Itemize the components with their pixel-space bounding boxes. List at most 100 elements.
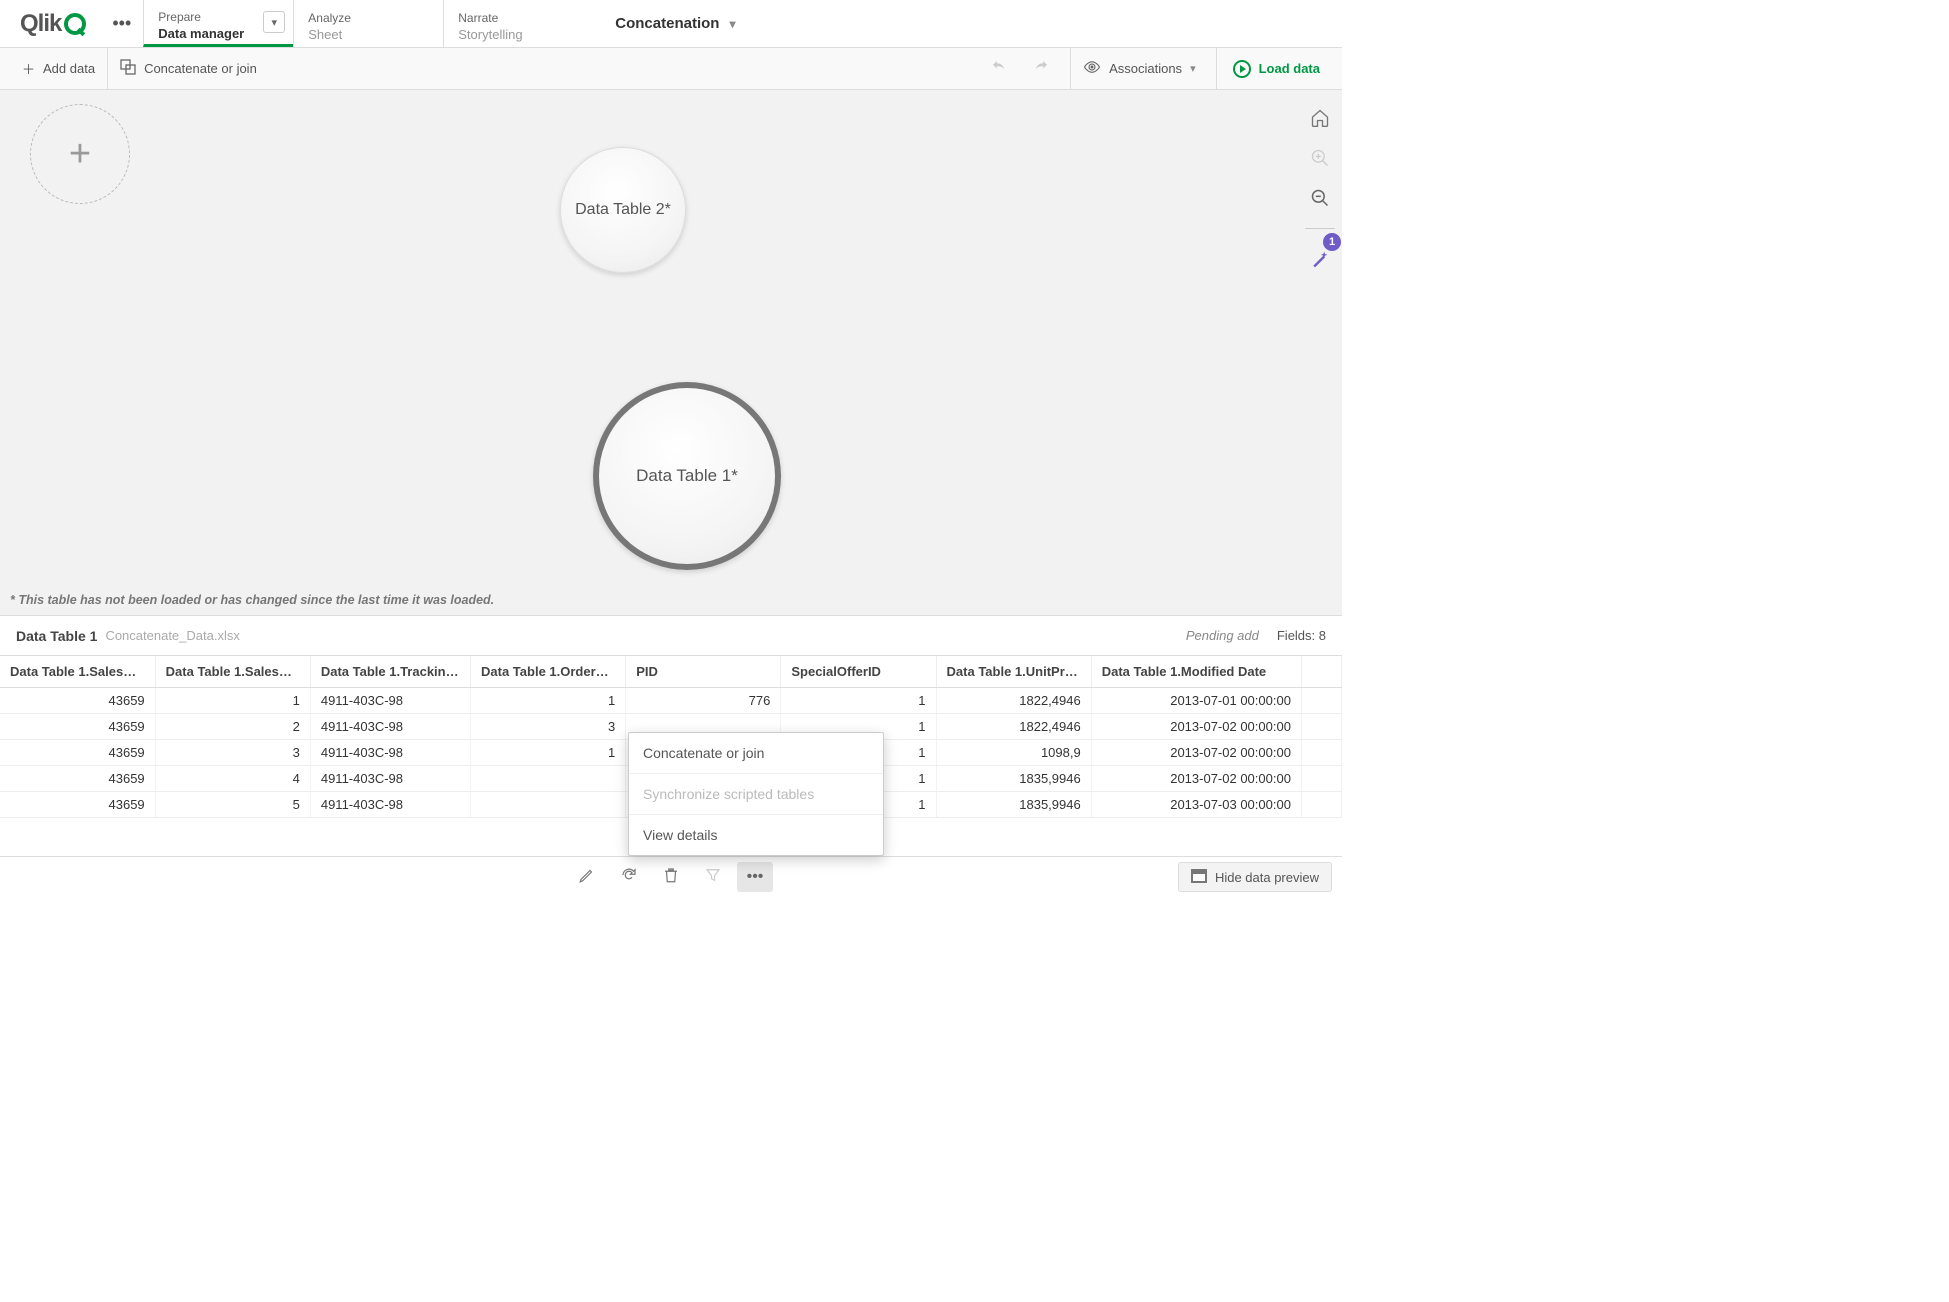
table-cell	[1301, 740, 1341, 766]
tab-prepare-dropdown[interactable]: ▾	[263, 11, 285, 33]
logo-text: Qlik	[20, 10, 61, 38]
table-cell	[1301, 688, 1341, 714]
tab-analyze[interactable]: Analyze Sheet	[293, 0, 443, 47]
hide-preview-button[interactable]: Hide data preview	[1178, 862, 1332, 892]
tab-analyze-bottom: Sheet	[308, 27, 429, 42]
table-header-row: Data Table 1.SalesOr… Data Table 1.Sales…	[0, 656, 1342, 688]
more-actions-button[interactable]: •••	[737, 862, 773, 892]
table-row[interactable]: 4365914911-403C-98177611822,49462013-07-…	[0, 688, 1342, 714]
app-title-text: Concatenation	[615, 15, 719, 32]
table-cell	[471, 792, 626, 818]
menu-item-view-details[interactable]: View details	[629, 814, 883, 855]
table-cell	[1301, 714, 1341, 740]
table-bubble-data-table-1[interactable]: Data Table 1*	[593, 382, 781, 570]
tab-narrate-top: Narrate	[458, 11, 579, 25]
zoom-in-button[interactable]	[1309, 148, 1331, 170]
tab-narrate[interactable]: Narrate Storytelling	[443, 0, 593, 47]
plus-icon: +	[69, 133, 91, 176]
table-cell	[1301, 792, 1341, 818]
associations-canvas[interactable]: + Data Table 2* Data Table 1* * This tab…	[0, 90, 1342, 615]
edit-button[interactable]	[569, 862, 605, 892]
menu-item-concat-or-join[interactable]: Concatenate or join	[629, 733, 883, 773]
ellipsis-icon: •••	[112, 13, 131, 34]
app-menu-button[interactable]: •••	[100, 0, 143, 47]
associations-dropdown[interactable]: Associations ▾	[1070, 48, 1208, 89]
table-cell: 4911-403C-98	[310, 792, 470, 818]
col-header-extra[interactable]	[1301, 656, 1341, 688]
chevron-down-icon: ▾	[729, 17, 735, 31]
bottom-toolbar: ••• Hide data preview	[0, 856, 1342, 896]
bubble-label: Data Table 2*	[575, 201, 671, 219]
table-cell: 43659	[0, 714, 155, 740]
associations-label: Associations	[1109, 61, 1182, 76]
tab-prepare[interactable]: Prepare Data manager ▾	[143, 0, 293, 47]
col-header[interactable]: Data Table 1.UnitPrice	[936, 656, 1091, 688]
concatenate-icon	[120, 59, 136, 78]
canvas-footnote: * This table has not been loaded or has …	[10, 593, 494, 607]
logo: Qlik	[0, 0, 100, 47]
table-cell: 1	[471, 740, 626, 766]
play-circle-icon	[1233, 60, 1251, 78]
add-table-circle[interactable]: +	[30, 104, 130, 204]
col-header[interactable]: Data Table 1.OrderQty	[471, 656, 626, 688]
pencil-icon	[578, 866, 596, 887]
chevron-down-icon: ▾	[272, 16, 278, 29]
reload-button[interactable]	[611, 862, 647, 892]
app-title-dropdown[interactable]: Concatenation ▾	[593, 0, 757, 47]
table-cell: 2013-07-02 00:00:00	[1091, 740, 1301, 766]
home-button[interactable]	[1309, 108, 1331, 130]
add-data-button[interactable]: ＋ Add data	[10, 48, 108, 89]
tab-narrate-bottom: Storytelling	[458, 27, 579, 42]
filter-button[interactable]	[695, 862, 731, 892]
table-cell: 1835,9946	[936, 766, 1091, 792]
col-header[interactable]: SpecialOfferID	[781, 656, 936, 688]
table-cell	[471, 766, 626, 792]
concat-join-label: Concatenate or join	[144, 61, 257, 76]
recommendations-button[interactable]: 1	[1307, 247, 1333, 273]
table-bubble-data-table-2[interactable]: Data Table 2*	[560, 147, 686, 273]
bubble-label: Data Table 1*	[636, 466, 738, 486]
preview-status: Pending add	[1186, 628, 1259, 643]
logo-q-icon	[64, 13, 86, 35]
delete-button[interactable]	[653, 862, 689, 892]
table-cell: 43659	[0, 792, 155, 818]
table-cell: 2013-07-02 00:00:00	[1091, 766, 1301, 792]
refresh-icon	[620, 866, 638, 887]
table-cell: 4911-403C-98	[310, 714, 470, 740]
preview-file-name: Concatenate_Data.xlsx	[105, 628, 239, 643]
col-header[interactable]: Data Table 1.Modified Date	[1091, 656, 1301, 688]
col-header[interactable]: Data Table 1.Tracking…	[310, 656, 470, 688]
table-cell: 1	[155, 688, 310, 714]
zoom-out-button[interactable]	[1309, 188, 1331, 210]
plus-icon: ＋	[22, 59, 35, 78]
table-cell: 43659	[0, 740, 155, 766]
table-cell: 2013-07-02 00:00:00	[1091, 714, 1301, 740]
context-menu: Concatenate or join Synchronize scripted…	[628, 732, 884, 856]
load-data-label: Load data	[1259, 61, 1320, 76]
preview-field-count: Fields: 8	[1277, 628, 1326, 643]
trash-icon	[662, 866, 680, 887]
redo-button[interactable]	[1020, 48, 1062, 89]
menu-item-sync-scripted: Synchronize scripted tables	[629, 773, 883, 814]
load-data-button[interactable]: Load data	[1221, 48, 1332, 89]
tab-prepare-top: Prepare	[158, 10, 279, 24]
col-header[interactable]: Data Table 1.SalesOr…	[0, 656, 155, 688]
nav-tabs: Prepare Data manager ▾ Analyze Sheet Nar…	[143, 0, 593, 47]
table-cell: 1822,4946	[936, 714, 1091, 740]
col-header[interactable]: Data Table 1.SalesOr…	[155, 656, 310, 688]
col-header[interactable]: PID	[626, 656, 781, 688]
recommendations-badge: 1	[1323, 233, 1341, 251]
canvas-side-toolbar: 1	[1298, 92, 1342, 273]
add-data-label: Add data	[43, 61, 95, 76]
table-cell: 43659	[0, 766, 155, 792]
table-cell	[1301, 766, 1341, 792]
table-cell: 4911-403C-98	[310, 688, 470, 714]
tab-prepare-bottom: Data manager	[158, 26, 279, 41]
zoom-out-icon	[1310, 188, 1330, 211]
wand-icon	[1310, 249, 1330, 272]
table-cell: 5	[155, 792, 310, 818]
table-cell: 2013-07-01 00:00:00	[1091, 688, 1301, 714]
undo-button[interactable]	[978, 48, 1020, 89]
concat-join-button[interactable]: Concatenate or join	[108, 48, 269, 89]
panel-icon	[1191, 869, 1207, 886]
